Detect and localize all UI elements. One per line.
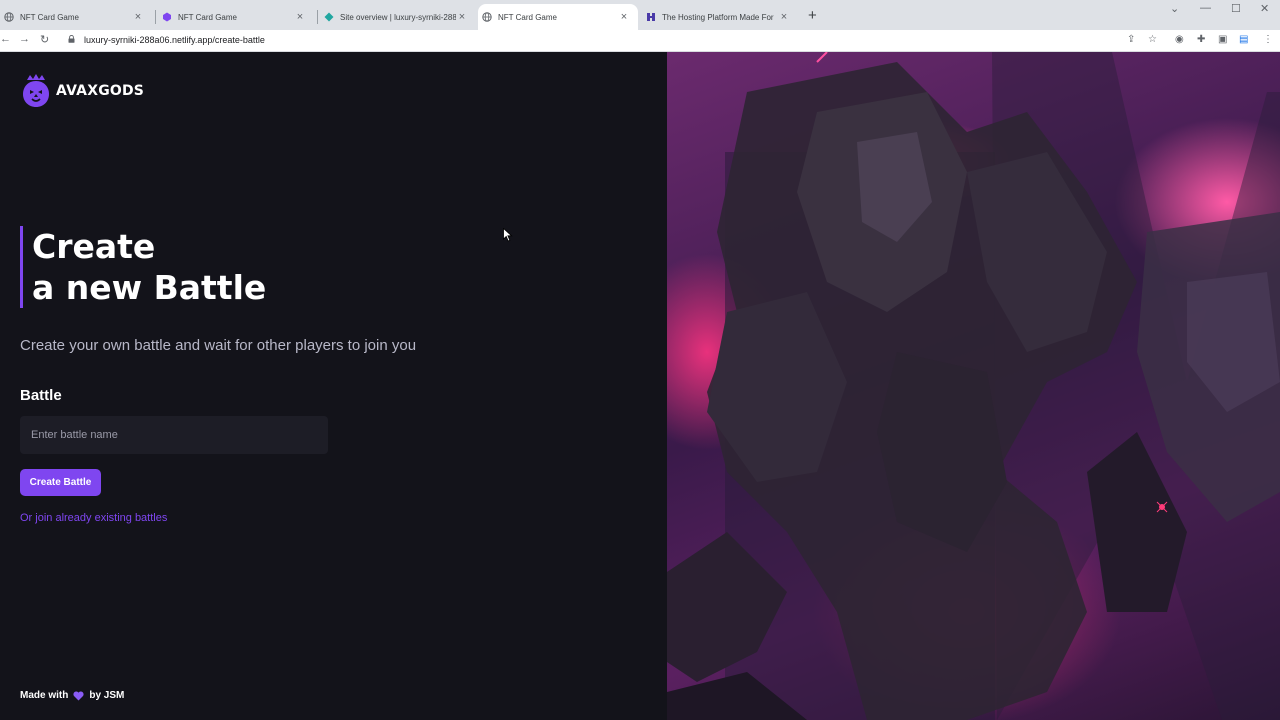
create-battle-button[interactable]: Create Battle	[20, 469, 101, 496]
close-icon[interactable]: ×	[132, 11, 144, 23]
lock-icon[interactable]	[68, 35, 75, 43]
minimize-icon[interactable]: —	[1200, 2, 1211, 14]
close-window-icon[interactable]: ✕	[1260, 2, 1269, 15]
forward-icon[interactable]: →	[19, 33, 30, 45]
globe-icon	[482, 12, 492, 22]
side-panel-icon[interactable]: ▣	[1218, 34, 1227, 45]
join-battles-link[interactable]: Or join already existing battles	[20, 512, 167, 524]
close-icon[interactable]: ×	[456, 11, 468, 23]
browser-tab-active[interactable]: NFT Card Game ×	[478, 4, 638, 30]
footer-author: by JSM	[89, 690, 125, 701]
battle-label: Battle	[20, 387, 62, 404]
share-icon[interactable]: ⇪	[1127, 34, 1135, 45]
tab-title: NFT Card Game	[498, 12, 557, 22]
hero-artwork	[667, 52, 1280, 720]
back-icon[interactable]: ←	[0, 33, 11, 45]
battle-name-input[interactable]	[20, 416, 328, 454]
chevron-down-icon[interactable]: ⌄	[1170, 2, 1179, 15]
mouse-cursor-icon	[503, 228, 513, 242]
hosting-icon	[646, 12, 656, 22]
page: AVAXGODS Create a new Battle Create your…	[0, 52, 1280, 720]
heading-line-1: Create	[32, 227, 156, 266]
footer-made-with: Made with	[20, 690, 69, 701]
maximize-icon[interactable]: ☐	[1231, 2, 1241, 15]
browser-tab-bar: NFT Card Game × NFT Card Game × Site ove…	[0, 0, 1280, 30]
footer: Made with by JSM	[20, 690, 124, 701]
brand-name: AVAXGODS	[56, 83, 145, 99]
left-panel: AVAXGODS Create a new Battle Create your…	[0, 52, 667, 720]
page-title: Create a new Battle	[20, 226, 266, 308]
url-field[interactable]: luxury-syrniki-288a06.netlify.app/create…	[84, 35, 265, 45]
page-subtitle: Create your own battle and wait for othe…	[20, 337, 417, 354]
close-icon[interactable]: ×	[618, 11, 630, 23]
puzzle-icon[interactable]: ✚	[1197, 34, 1205, 45]
globe-icon	[4, 12, 14, 22]
close-icon[interactable]: ×	[778, 11, 790, 23]
tab-divider	[155, 10, 156, 24]
profile-icon[interactable]: ▤	[1239, 34, 1248, 45]
heading-line-2: a new Battle	[32, 268, 267, 307]
avaxgods-icon	[162, 12, 172, 22]
logo[interactable]: AVAXGODS	[22, 74, 144, 108]
tab-divider	[317, 10, 318, 24]
more-menu-icon[interactable]: ⋮	[1263, 34, 1273, 45]
browser-tab[interactable]: NFT Card Game ×	[158, 4, 314, 30]
extension-icon[interactable]: ◉	[1175, 34, 1184, 45]
new-tab-icon[interactable]: +	[808, 7, 817, 24]
reload-icon[interactable]: ↻	[40, 33, 49, 46]
browser-tab[interactable]: Site overview | luxury-syrniki-288 ×	[320, 4, 476, 30]
tab-title: NFT Card Game	[178, 12, 237, 22]
browser-tab[interactable]: NFT Card Game ×	[0, 4, 152, 30]
heart-icon	[73, 690, 84, 700]
avaxgods-logo-icon	[23, 74, 49, 107]
tab-title: The Hosting Platform Made For	[662, 12, 774, 22]
netlify-icon	[324, 12, 334, 22]
browser-tab[interactable]: The Hosting Platform Made For ×	[642, 4, 798, 30]
close-icon[interactable]: ×	[294, 11, 306, 23]
tab-title: NFT Card Game	[20, 12, 79, 22]
bookmark-star-icon[interactable]: ☆	[1148, 34, 1157, 45]
robot-artwork-image	[667, 52, 1280, 720]
address-bar: ← → ↻ luxury-syrniki-288a06.netlify.app/…	[0, 30, 1280, 52]
tab-title: Site overview | luxury-syrniki-288	[340, 12, 456, 22]
